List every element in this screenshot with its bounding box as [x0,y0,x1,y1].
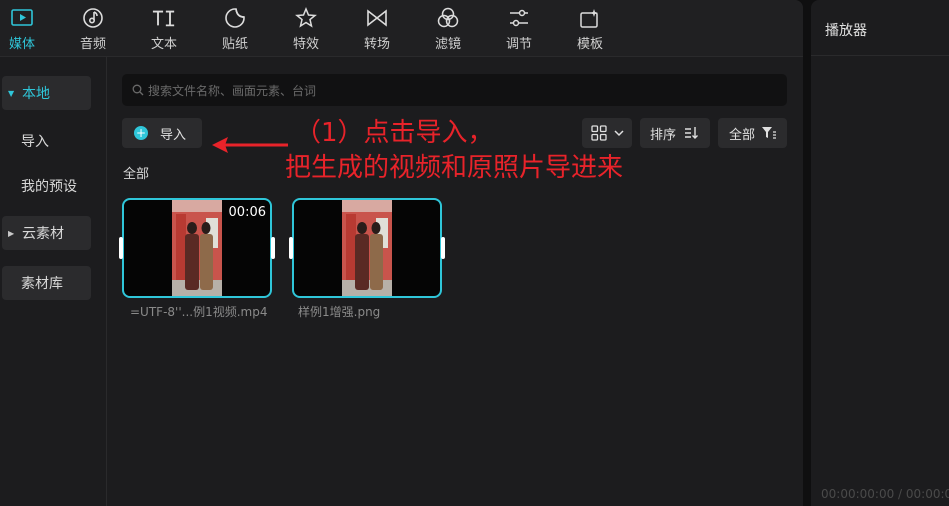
search-icon [132,84,144,96]
sidebar-item-local[interactable]: ▼ 本地 [2,76,91,110]
caret-down-icon: ▼ [8,88,15,98]
caret-right-icon: ▶ [8,228,15,238]
player-panel: 播放器 00:00:00:00 / 00:00:00 [811,0,949,506]
player-title: 播放器 [825,23,867,39]
filter-button[interactable]: 全部 [718,118,787,148]
tab-media[interactable]: 媒体 [0,6,44,52]
media-icon [10,6,34,29]
sidebar-item-import[interactable]: 导入 [2,124,91,158]
media-item-video[interactable]: 00:06 [122,198,272,298]
tab-effects[interactable]: 特效 [284,6,328,52]
player-header: 播放器 [811,0,949,56]
player-timecode: 00:00:00:00 / 00:00:00 [821,487,949,501]
tab-adjust-label: 调节 [505,37,532,52]
tab-sticker-label: 贴纸 [221,37,248,52]
media-item-image[interactable] [292,198,442,298]
search-placeholder: 搜索文件名称、画面元素、台词 [148,83,317,98]
search-input[interactable]: 搜索文件名称、画面元素、台词 [122,74,787,106]
tab-text[interactable]: 文本 [142,6,186,52]
image-thumbnail-image [342,200,392,296]
sort-button-label: 排序 [650,127,677,143]
media-item-name: 样例1增强.png [298,305,381,319]
plus-icon: + [134,126,148,140]
tab-adjust[interactable]: 调节 [497,6,541,52]
drag-handle-left[interactable] [119,237,123,259]
sort-icon [685,127,699,139]
video-duration: 00:06 [228,205,266,220]
section-label: 全部 [123,167,150,182]
tab-sticker[interactable]: 贴纸 [213,6,257,52]
import-button[interactable]: + 导入 [122,118,202,148]
instruction-annotation: （1）点击导入， 把生成的视频和原照片导进来 [285,116,623,186]
sidebar-item-label: 导入 [21,134,49,150]
tab-audio[interactable]: 音频 [71,6,115,52]
sidebar-item-label: 素材库 [21,276,63,292]
drag-handle-left[interactable] [289,237,293,259]
adjust-icon [507,6,531,29]
sidebar: ▼ 本地 导入 我的预设 ▶ 云素材 素材库 [0,57,107,506]
annotation-line-2: 把生成的视频和原照片导进来 [285,153,624,183]
tab-template[interactable]: 模板 [568,6,612,52]
tab-text-label: 文本 [150,37,177,52]
text-icon [152,6,176,29]
video-thumbnail-image [172,200,222,296]
top-toolbar: 媒体 音频 文本 贴纸 特效 转场 滤镜 调节 模板 [0,0,803,57]
tab-media-label: 媒体 [8,37,35,52]
funnel-icon [762,127,777,139]
sidebar-item-label: 本地 [22,86,50,102]
media-item-name: =UTF-8''...例1视频.mp4 [130,305,268,319]
filter-button-label: 全部 [729,127,756,143]
template-icon [578,6,602,29]
tab-transition[interactable]: 转场 [355,6,399,52]
sidebar-item-library[interactable]: 素材库 [2,266,91,300]
media-panel: 媒体 音频 文本 贴纸 特效 转场 滤镜 调节 模板 ▼ 本地 导入 我的预设 … [0,0,803,506]
sidebar-item-cloud[interactable]: ▶ 云素材 [2,216,91,250]
tab-filter[interactable]: 滤镜 [426,6,470,52]
sticker-icon [223,6,247,29]
transition-icon [365,6,389,29]
sort-button[interactable]: 排序 [640,118,710,148]
drag-handle-right[interactable] [441,237,445,259]
import-button-label: 导入 [160,127,187,143]
arrow-left-icon [212,137,288,153]
effects-icon [294,6,318,29]
sidebar-item-label: 我的预设 [21,179,77,195]
sidebar-item-label: 云素材 [22,226,64,242]
drag-handle-right[interactable] [271,237,275,259]
tab-effects-label: 特效 [292,37,319,52]
tab-transition-label: 转场 [363,37,390,52]
filter-icon [436,6,460,29]
audio-icon [81,6,105,29]
sidebar-item-my-presets[interactable]: 我的预设 [2,169,91,203]
tab-filter-label: 滤镜 [434,37,461,52]
tab-audio-label: 音频 [79,37,106,52]
annotation-line-1: （1）点击导入， [295,118,494,148]
tab-template-label: 模板 [576,37,603,52]
